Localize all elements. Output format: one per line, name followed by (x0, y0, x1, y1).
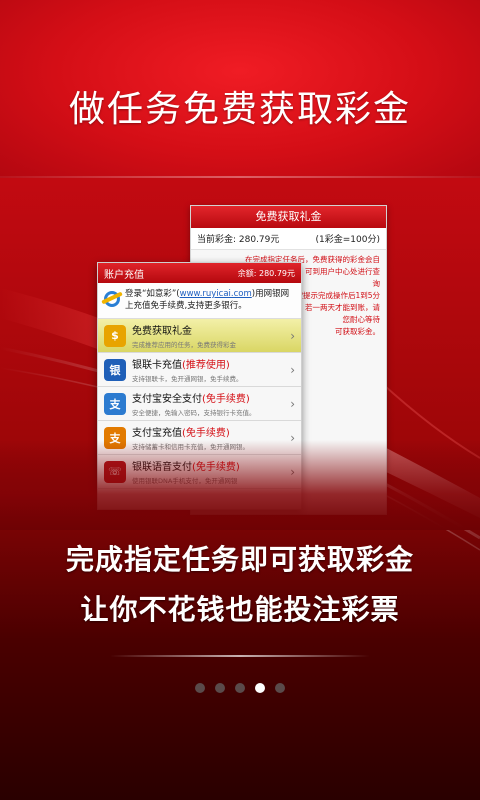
chevron-right-icon: › (290, 396, 295, 411)
login-prefix: 登录“如意彩”( (125, 289, 180, 299)
payment-method-tag: (推荐使用) (182, 360, 230, 371)
payment-method-name: 免费获取礼金 (132, 326, 192, 337)
payment-method-title: 支付宝安全支付(免手续费) (132, 390, 286, 405)
headline: 做任务免费获取彩金 (68, 89, 411, 130)
payment-method-description: 完成推荐应用的任务，免费获得彩金 (132, 341, 236, 349)
payment-method-text: 免费获取礼金完成推荐应用的任务，免费获得彩金 (132, 322, 286, 349)
payment-method-tag: (免手续费) (202, 394, 250, 405)
page-dot[interactable] (255, 683, 265, 693)
gift-card-title: 免费获取礼金 (191, 206, 386, 228)
recharge-title: 账户充值 (104, 269, 144, 281)
web-login-tip[interactable]: 登录“如意彩”(www.ruyicai.com)用网银网上充值免手续费,支持更多… (98, 283, 301, 319)
web-login-text: 登录“如意彩”(www.ruyicai.com)用网银网上充值免手续费,支持更多… (125, 288, 295, 312)
top-banner: 做任务免费获取彩金 (0, 0, 480, 178)
chevron-right-icon: › (290, 328, 295, 343)
divider (110, 655, 370, 657)
page-dot[interactable] (235, 683, 245, 693)
splash-screen: 做任务免费获取彩金 免费获取礼金 当前彩金: 280.79元 (1彩金=100分… (0, 0, 480, 800)
payment-method-description: 安全便捷，免输入密码，支持银行卡充值。 (132, 409, 256, 417)
payment-method-item[interactable]: $ 免费获取礼金完成推荐应用的任务，免费获得彩金 › (98, 319, 301, 353)
unionpay-icon: 银 (104, 358, 126, 381)
cards-fade-overlay (0, 440, 480, 530)
gift-card-balance-row: 当前彩金: 280.79元 (1彩金=100分) (191, 228, 386, 250)
slogan-line-2: 让你不花钱也能投注彩票 (80, 593, 400, 626)
recharge-header: 账户充值 余额: 280.79元 (98, 263, 301, 283)
current-balance: 当前彩金: 280.79元 (197, 235, 280, 245)
page-indicator (0, 683, 480, 693)
page-dot[interactable] (195, 683, 205, 693)
page-dot[interactable] (215, 683, 225, 693)
payment-method-name: 银联卡充值 (132, 360, 182, 371)
payment-method-item[interactable]: 支支付宝安全支付(免手续费) 安全便捷，免输入密码，支持银行卡充值。 › (98, 387, 301, 421)
payment-method-tag: (免手续费) (182, 428, 230, 439)
slogan-line-1: 完成指定任务即可获取彩金 (65, 543, 414, 576)
payment-method-title: 支付宝充值(免手续费) (132, 424, 286, 439)
browser-icon (104, 291, 120, 307)
payment-method-name: 支付宝安全支付 (132, 394, 202, 405)
payment-method-title: 免费获取礼金 (132, 322, 286, 337)
dollar-coin-icon: $ (104, 324, 126, 347)
payment-method-text: 银联卡充值(推荐使用) 支持银联卡，免开通网银，免手续费。 (132, 356, 286, 383)
website-link[interactable]: www.ruyicai.com (180, 289, 252, 299)
payment-method-text: 支付宝安全支付(免手续费) 安全便捷，免输入密码，支持银行卡充值。 (132, 390, 286, 417)
payment-method-item[interactable]: 银银联卡充值(推荐使用) 支持银联卡，免开通网银，免手续费。 › (98, 353, 301, 387)
account-balance: 余额: 280.79元 (237, 268, 295, 278)
payment-method-description: 支持银联卡，免开通网银，免手续费。 (132, 375, 243, 383)
payment-method-title: 银联卡充值(推荐使用) (132, 356, 286, 371)
chevron-right-icon: › (290, 362, 295, 377)
exchange-rate: (1彩金=100分) (315, 235, 380, 245)
payment-method-name: 支付宝充值 (132, 428, 182, 439)
page-dot[interactable] (275, 683, 285, 693)
alipay-icon: 支 (104, 392, 126, 415)
